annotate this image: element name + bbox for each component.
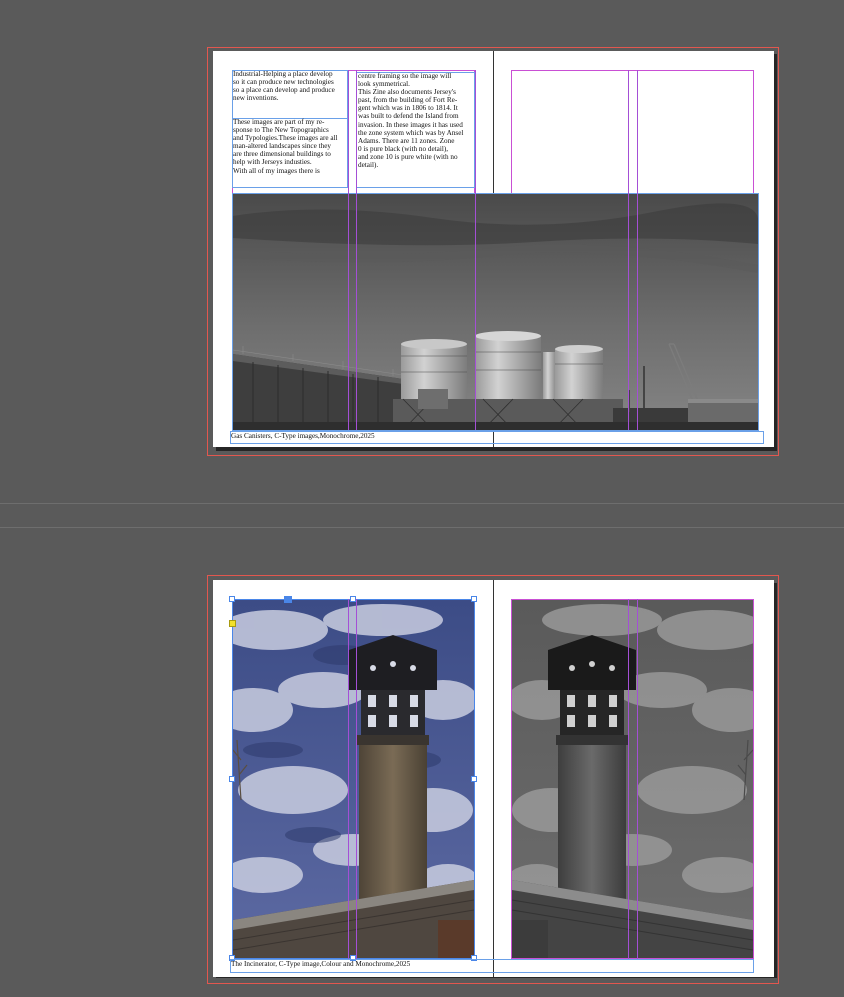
column-guide xyxy=(628,70,629,430)
pasteboard-divider xyxy=(0,503,844,504)
column-guide xyxy=(637,599,638,959)
resize-handle-top-right[interactable] xyxy=(471,596,477,602)
right-page-margin-guide xyxy=(511,599,754,959)
column-1-paragraph-2[interactable]: These images are part of my re- sponse t… xyxy=(233,118,353,188)
gas-canisters-graphic-frame xyxy=(232,193,759,431)
column-guide xyxy=(475,70,476,430)
column-guide xyxy=(356,70,357,430)
pasteboard-divider xyxy=(0,527,844,528)
column-2-paragraph[interactable]: centre framing so the image will look sy… xyxy=(358,72,478,188)
column-guide xyxy=(356,599,357,959)
spread-2-spine xyxy=(493,580,494,977)
resize-handle-top-left[interactable] xyxy=(229,596,235,602)
corner-options-handle[interactable] xyxy=(229,620,236,627)
column-1-paragraph-1[interactable]: Industrial-Helping a place develop so it… xyxy=(233,70,353,110)
column-guide xyxy=(348,70,349,430)
resize-handle-left[interactable] xyxy=(229,776,235,782)
column-guide xyxy=(628,599,629,959)
column-guide xyxy=(348,599,349,959)
content-grabber-handle[interactable] xyxy=(284,596,292,603)
resize-handle-right[interactable] xyxy=(471,776,477,782)
gas-canisters-caption[interactable]: Gas Canisters, C-Type images,Monochrome,… xyxy=(231,432,375,441)
selected-image-frame[interactable] xyxy=(232,599,475,959)
incinerator-caption[interactable]: The Incinerator, C-Type image,Colour and… xyxy=(231,960,410,969)
column-guide xyxy=(637,70,638,430)
